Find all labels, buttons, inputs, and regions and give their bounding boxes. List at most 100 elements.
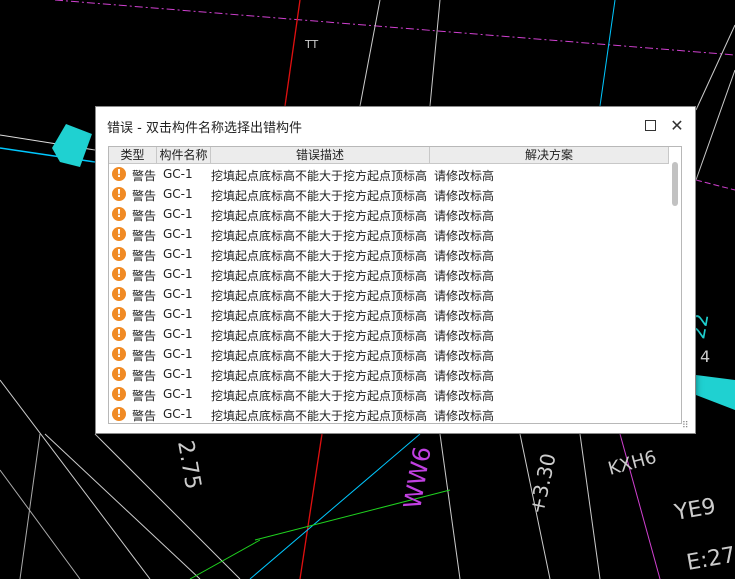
row-description: 挖填起点底标高不能大于挖方起点顶标高 bbox=[211, 269, 428, 283]
column-header-solution[interactable]: 解决方案 bbox=[430, 147, 669, 163]
row-component-name[interactable]: GC-1 bbox=[163, 227, 193, 241]
row-component-name[interactable]: GC-1 bbox=[163, 287, 193, 301]
row-solution: 请修改标高 bbox=[434, 209, 495, 223]
cad-line-white-bl5 bbox=[19, 433, 41, 579]
error-dialog[interactable]: 错误 - 双击构件名称选择出错构件 ✕ 类型 构件名称 错误描述 解决方案 ! 警… bbox=[95, 106, 696, 434]
table-row[interactable]: ! 警告 GC-1 挖填起点底标高不能大于挖方起点顶标高 请修改标高 bbox=[109, 164, 669, 184]
table-row[interactable]: ! 警告 GC-1 挖填起点底标高不能大于挖方起点顶标高 请修改标高 bbox=[109, 304, 669, 324]
row-type: 警告 bbox=[132, 229, 157, 243]
row-description: 挖填起点底标高不能大于挖方起点顶标高 bbox=[211, 349, 428, 363]
row-component-name[interactable]: GC-1 bbox=[163, 407, 193, 421]
row-description: 挖填起点底标高不能大于挖方起点顶标高 bbox=[211, 249, 428, 263]
table-row[interactable]: ! 警告 GC-1 挖填起点底标高不能大于挖方起点顶标高 请修改标高 bbox=[109, 284, 669, 304]
cad-line-magenta-right bbox=[695, 179, 735, 191]
row-description: 挖填起点底标高不能大于挖方起点顶标高 bbox=[211, 369, 428, 383]
cad-line-white-br bbox=[579, 433, 601, 579]
warning-icon: ! bbox=[112, 367, 126, 381]
cad-line-white-bm1 bbox=[439, 433, 461, 579]
cad-label-ye9: YE9 bbox=[672, 494, 718, 526]
row-component-name[interactable]: GC-1 bbox=[163, 187, 193, 201]
resize-grip-icon[interactable]: ⠿ bbox=[682, 421, 692, 431]
table-row[interactable]: ! 警告 GC-1 挖填起点底标高不能大于挖方起点顶标高 请修改标高 bbox=[109, 404, 669, 423]
row-solution: 请修改标高 bbox=[434, 329, 495, 343]
table-row[interactable]: ! 警告 GC-1 挖填起点底标高不能大于挖方起点顶标高 请修改标高 bbox=[109, 224, 669, 244]
row-description: 挖填起点底标高不能大于挖方起点顶标高 bbox=[211, 209, 428, 223]
cad-label-tt: TT bbox=[304, 38, 319, 51]
cad-label-ww6: WW6 bbox=[398, 444, 436, 511]
cad-label-e27: E:27 bbox=[685, 543, 735, 576]
row-type: 警告 bbox=[132, 289, 157, 303]
table-row[interactable]: ! 警告 GC-1 挖填起点底标高不能大于挖方起点顶标高 请修改标高 bbox=[109, 384, 669, 404]
row-component-name[interactable]: GC-1 bbox=[163, 167, 193, 181]
table-row[interactable]: ! 警告 GC-1 挖填起点底标高不能大于挖方起点顶标高 请修改标高 bbox=[109, 204, 669, 224]
cad-line-red bbox=[284, 0, 301, 107]
row-solution: 请修改标高 bbox=[434, 309, 495, 323]
table-row[interactable]: ! 警告 GC-1 挖填起点底标高不能大于挖方起点顶标高 请修改标高 bbox=[109, 364, 669, 384]
cad-label-4: 4 bbox=[700, 347, 710, 366]
cad-label-330: +3.30 bbox=[524, 451, 560, 516]
cad-line-red-lower bbox=[299, 433, 323, 579]
maximize-button[interactable] bbox=[640, 115, 660, 135]
cad-line-white-top2 bbox=[429, 0, 441, 107]
warning-icon: ! bbox=[112, 227, 126, 241]
row-type: 警告 bbox=[132, 169, 157, 183]
row-description: 挖填起点底标高不能大于挖方起点顶标高 bbox=[211, 409, 428, 423]
row-solution: 请修改标高 bbox=[434, 189, 495, 203]
row-description: 挖填起点底标高不能大于挖方起点顶标高 bbox=[211, 229, 428, 243]
row-solution: 请修改标高 bbox=[434, 289, 495, 303]
row-component-name[interactable]: GC-1 bbox=[163, 387, 193, 401]
warning-icon: ! bbox=[112, 347, 126, 361]
row-type: 警告 bbox=[132, 209, 157, 223]
scrollbar-thumb[interactable] bbox=[672, 162, 678, 206]
cad-cyan-block-right bbox=[696, 375, 735, 410]
row-type: 警告 bbox=[132, 309, 157, 323]
maximize-icon bbox=[644, 119, 656, 131]
column-header-type[interactable]: 类型 bbox=[109, 147, 157, 163]
list-rows: ! 警告 GC-1 挖填起点底标高不能大于挖方起点顶标高 请修改标高! 警告 GC-1 挖填起… bbox=[109, 164, 669, 423]
error-list[interactable]: 类型 构件名称 错误描述 解决方案 ! 警告 GC-1 挖填起点底标高不能大于挖方起点… bbox=[108, 146, 682, 424]
row-type: 警告 bbox=[132, 269, 157, 283]
cad-line-cyan-top bbox=[599, 0, 616, 107]
row-component-name[interactable]: GC-1 bbox=[163, 307, 193, 321]
row-type: 警告 bbox=[132, 329, 157, 343]
row-description: 挖填起点底标高不能大于挖方起点顶标高 bbox=[211, 169, 428, 183]
row-description: 挖填起点底标高不能大于挖方起点顶标高 bbox=[211, 309, 428, 323]
table-row[interactable]: ! 警告 GC-1 挖填起点底标高不能大于挖方起点顶标高 请修改标高 bbox=[109, 244, 669, 264]
warning-icon: ! bbox=[112, 187, 126, 201]
row-type: 警告 bbox=[132, 409, 157, 423]
warning-icon: ! bbox=[112, 327, 126, 341]
cad-label-kxh: KXH6 bbox=[606, 447, 659, 480]
row-type: 警告 bbox=[132, 389, 157, 403]
dialog-titlebar[interactable]: 错误 - 双击构件名称选择出错构件 ✕ bbox=[96, 107, 695, 143]
list-header: 类型 构件名称 错误描述 解决方案 bbox=[109, 147, 669, 164]
warning-icon: ! bbox=[112, 247, 126, 261]
warning-icon: ! bbox=[112, 307, 126, 321]
warning-icon: ! bbox=[112, 167, 126, 181]
warning-icon: ! bbox=[112, 287, 126, 301]
row-component-name[interactable]: GC-1 bbox=[163, 327, 193, 341]
dialog-title: 错误 - 双击构件名称选择出错构件 bbox=[107, 121, 302, 136]
cad-line-white-top1 bbox=[359, 0, 381, 107]
column-header-description[interactable]: 错误描述 bbox=[211, 147, 430, 163]
row-component-name[interactable]: GC-1 bbox=[163, 207, 193, 221]
row-solution: 请修改标高 bbox=[434, 269, 495, 283]
cad-label-275: 2.75 bbox=[172, 439, 205, 492]
row-description: 挖填起点底标高不能大于挖方起点顶标高 bbox=[211, 189, 428, 203]
vertical-scrollbar[interactable] bbox=[669, 147, 681, 423]
table-row[interactable]: ! 警告 GC-1 挖填起点底标高不能大于挖方起点顶标高 请修改标高 bbox=[109, 184, 669, 204]
table-row[interactable]: ! 警告 GC-1 挖填起点底标高不能大于挖方起点顶标高 请修改标高 bbox=[109, 344, 669, 364]
close-button[interactable]: ✕ bbox=[667, 115, 687, 135]
warning-icon: ! bbox=[112, 207, 126, 221]
cad-line-cyan-bottom bbox=[249, 433, 421, 579]
row-description: 挖填起点底标高不能大于挖方起点顶标高 bbox=[211, 329, 428, 343]
table-row[interactable]: ! 警告 GC-1 挖填起点底标高不能大于挖方起点顶标高 请修改标高 bbox=[109, 264, 669, 284]
row-component-name[interactable]: GC-1 bbox=[163, 247, 193, 261]
cad-line-magenta-top bbox=[54, 0, 735, 56]
row-component-name[interactable]: GC-1 bbox=[163, 367, 193, 381]
table-row[interactable]: ! 警告 GC-1 挖填起点底标高不能大于挖方起点顶标高 请修改标高 bbox=[109, 324, 669, 344]
row-component-name[interactable]: GC-1 bbox=[163, 267, 193, 281]
row-solution: 请修改标高 bbox=[434, 249, 495, 263]
cad-line-white-right2 bbox=[695, 69, 735, 181]
column-header-name[interactable]: 构件名称 bbox=[157, 147, 211, 163]
row-component-name[interactable]: GC-1 bbox=[163, 347, 193, 361]
